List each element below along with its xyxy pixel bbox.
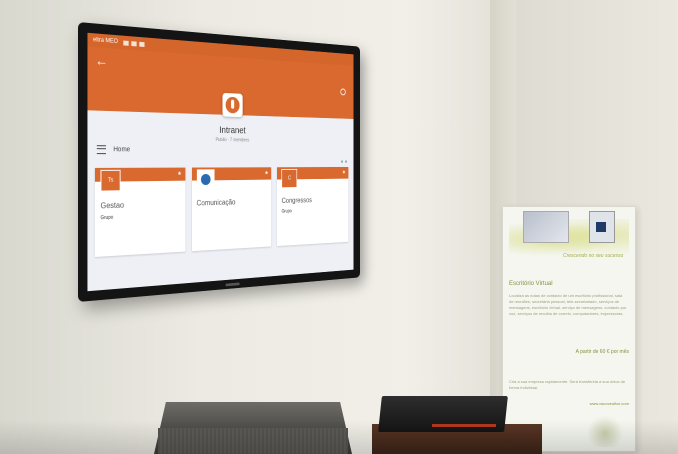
banner-body-text: Localiza as notas de contacto de um escr… [509,293,627,316]
card-name: Comunicação [196,198,236,208]
wifi-icon [131,40,137,46]
tv-brand-logo [225,282,240,287]
menu-icon[interactable] [96,145,107,155]
card-type: Grupo [100,214,114,222]
television: eltra MEO ← Intranet Publio · 7 members [78,22,361,302]
banner-url: www.oscoveofice.com [589,401,629,406]
back-arrow-icon[interactable]: ← [95,52,108,69]
roll-up-banner: Crescendo no seu sucesso Escritório Virt… [502,206,636,452]
view-toggle[interactable] [341,160,348,163]
business-card-image [589,211,615,243]
banner-price: A partir de 60 € por mês [575,349,629,355]
card-name: Gestao [100,200,124,211]
star-icon[interactable]: ★ [264,170,268,177]
nav-row: Home [87,141,353,159]
banner-heading: Escritório Virtual [509,281,553,287]
card-name: Congressos [281,196,312,205]
tv-screen: eltra MEO ← Intranet Publio · 7 members [87,32,354,292]
banner-footer-text: Cria a sua empresa rapidamente. Será tra… [509,379,626,390]
signal-icon [123,40,129,46]
card-avatar [196,169,215,190]
banner-tagline: Crescendo no seu sucesso [563,253,624,259]
floor-shadow [0,420,678,454]
business-card-image [523,211,569,243]
star-icon[interactable]: ★ [177,170,181,178]
tv-mount: eltra MEO ← Intranet Publio · 7 members [78,22,438,302]
carrier-label: eltra MEO [93,37,118,45]
status-icons [123,40,145,47]
card-type: Grupo [281,208,292,215]
card-avatar: C [281,168,298,189]
app-logo [222,92,243,118]
nav-home-label[interactable]: Home [113,146,130,153]
star-icon[interactable]: ★ [342,169,346,176]
group-card[interactable]: ★ Comunicação [191,167,272,252]
dot-icon [345,160,348,163]
logo-icon [225,96,240,114]
group-card[interactable]: ★ C Congressos Grupo [277,166,349,247]
card-avatar: Ts [100,169,121,192]
search-icon[interactable] [340,88,346,96]
battery-icon [139,41,145,47]
group-cards: ★ Ts Gestao Grupo ★ Comunicação ★ C Cong… [87,158,353,257]
group-card[interactable]: ★ Ts Gestao Grupo [94,167,186,257]
dot-icon [341,160,344,163]
